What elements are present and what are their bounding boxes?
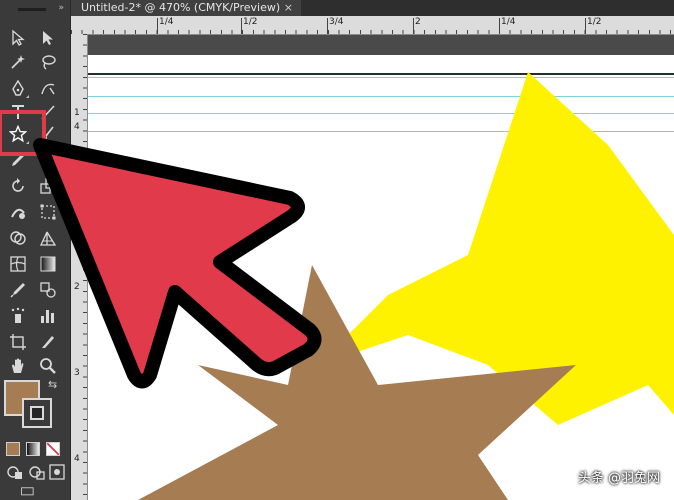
document-tab[interactable]: Untitled-2* @ 470% (CMYK/Preview) ×	[71, 0, 301, 16]
ruler-label: 4	[74, 454, 80, 464]
mesh-tool-icon[interactable]	[8, 254, 28, 274]
color-mode-icon[interactable]	[6, 442, 20, 456]
horizontal-ruler[interactable]: 1/4 1/2 3/4 2 1/4 1/2	[71, 16, 674, 35]
pen-tool-icon[interactable]	[8, 78, 29, 98]
artboard-tool-icon[interactable]	[8, 332, 28, 352]
document-tab-title: Untitled-2* @ 470% (CMYK/Preview)	[81, 1, 281, 14]
artboard-canvas[interactable]	[88, 35, 674, 500]
magic-wand-tool-icon[interactable]	[8, 52, 28, 72]
ruler-label: 1/4	[501, 17, 516, 27]
perspective-grid-tool-icon[interactable]	[38, 228, 58, 248]
free-transform-tool-icon[interactable]	[38, 202, 58, 222]
ruler-minor-ticks	[71, 30, 674, 34]
gradient-mode-icon[interactable]	[26, 442, 40, 456]
swap-fill-stroke-icon[interactable]: ⇆	[48, 378, 57, 391]
panel-grip[interactable]	[18, 8, 46, 11]
gradient-tool-icon[interactable]	[38, 254, 58, 274]
vertical-ruler[interactable]: 1 4 1 2 3 4	[71, 34, 88, 500]
draw-normal-icon[interactable]	[6, 464, 24, 480]
direct-selection-tool-icon[interactable]	[38, 28, 58, 48]
stroke-color-swatch[interactable]	[22, 398, 52, 428]
symbol-sprayer-tool-icon[interactable]	[8, 306, 28, 326]
eyedropper-tool-icon[interactable]	[8, 280, 28, 300]
draw-behind-icon[interactable]	[28, 464, 46, 480]
ruler-label: 4	[74, 122, 80, 132]
tools-panel: » ⇆	[0, 0, 71, 500]
star-tool-highlight	[0, 110, 46, 156]
blend-tool-icon[interactable]	[38, 280, 58, 300]
ruler-label: 1/4	[159, 17, 174, 27]
draw-inside-icon[interactable]	[48, 464, 66, 480]
ruler-label: 1	[74, 108, 80, 118]
lasso-tool-icon[interactable]	[38, 52, 58, 72]
screen-mode-icon[interactable]	[14, 484, 42, 498]
ruler-label: 3	[74, 368, 80, 378]
ruler-label: 1	[74, 196, 80, 206]
selection-tool-icon[interactable]	[8, 28, 28, 48]
ruler-label: 2	[74, 282, 80, 292]
hand-tool-icon[interactable]	[8, 356, 28, 376]
curvature-tool-icon[interactable]	[38, 78, 58, 98]
scale-tool-icon[interactable]	[38, 176, 58, 196]
close-icon[interactable]: ×	[284, 0, 293, 16]
rotate-tool-icon[interactable]	[8, 176, 28, 196]
zoom-tool-icon[interactable]	[38, 356, 58, 376]
ruler-label: 3/4	[329, 17, 344, 27]
collapse-arrow-icon[interactable]: »	[58, 3, 64, 13]
ruler-label: 2	[415, 17, 421, 27]
artwork-layer	[138, 72, 674, 500]
ruler-label: 1/2	[587, 17, 602, 27]
document-tab-bar: Untitled-2* @ 470% (CMYK/Preview) ×	[71, 0, 674, 16]
shape-builder-tool-icon[interactable]	[8, 228, 28, 248]
column-graph-tool-icon[interactable]	[38, 306, 58, 326]
warp-tool-icon[interactable]	[8, 202, 28, 222]
ruler-label: 1/2	[243, 17, 258, 27]
none-mode-icon[interactable]	[46, 442, 60, 456]
ruler-minor-ticks	[83, 34, 87, 500]
yellow-star-shape	[318, 72, 674, 425]
watermark-text: 头条 @羽兔网	[577, 471, 660, 486]
slice-tool-icon[interactable]	[38, 332, 58, 352]
